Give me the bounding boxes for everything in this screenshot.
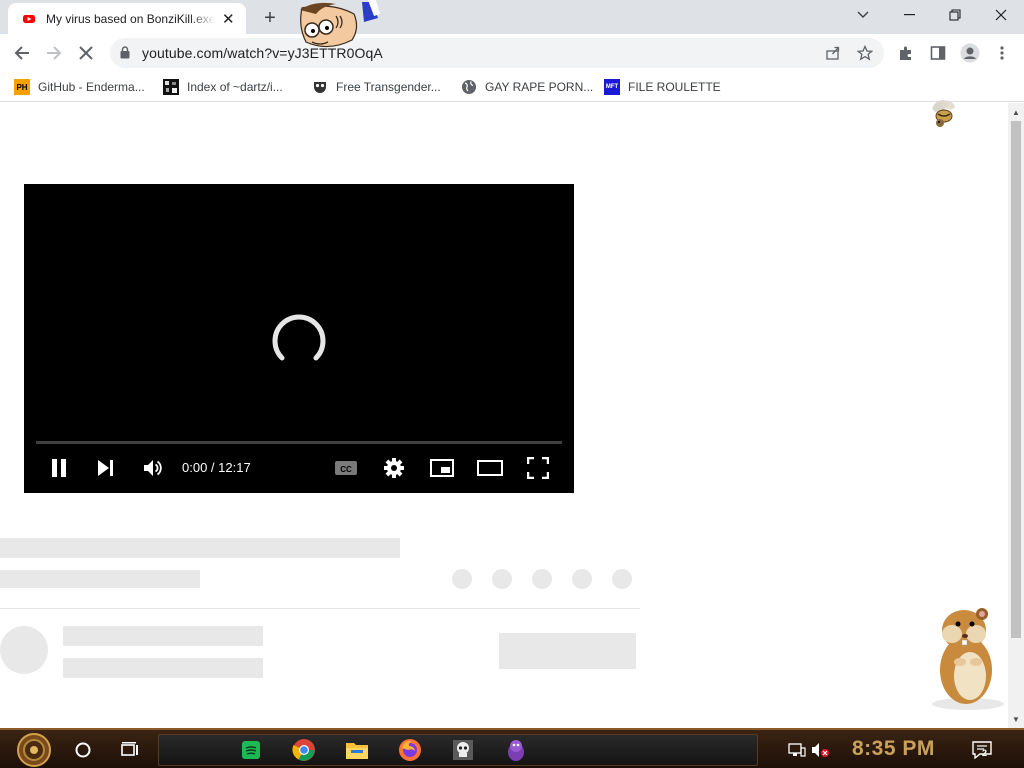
start-button-icon[interactable] xyxy=(10,732,58,768)
mft-icon: MFT xyxy=(604,79,620,95)
stop-icon xyxy=(79,46,93,60)
scroll-thumb[interactable] xyxy=(1011,121,1021,638)
bookmark-label: Free Transgender... xyxy=(336,80,441,94)
miniplayer-icon xyxy=(430,459,454,477)
theater-icon xyxy=(477,460,503,476)
next-button[interactable] xyxy=(94,456,116,480)
bookmark-label: GAY RAPE PORN... xyxy=(485,80,594,94)
tab-search-icon[interactable] xyxy=(852,4,874,26)
close-window-button[interactable] xyxy=(978,0,1024,30)
avatar-skeleton xyxy=(0,626,48,674)
channel-skeleton xyxy=(0,570,200,588)
fullscreen-icon xyxy=(527,457,549,479)
cartoon-face-sticker xyxy=(300,0,380,48)
title-skeleton xyxy=(0,538,400,558)
network-icon[interactable] xyxy=(786,740,808,760)
volume-icon xyxy=(144,460,162,476)
ph-icon: PH xyxy=(14,79,30,95)
bookmark-free-transgender[interactable]: Free Transgender... xyxy=(312,77,441,97)
action-skeleton xyxy=(492,569,512,589)
bonzibuddy-icon[interactable] xyxy=(503,737,529,763)
globe-icon xyxy=(462,80,476,94)
settings-button[interactable] xyxy=(382,456,406,480)
cortana-button[interactable] xyxy=(69,736,97,764)
tab-strip: My virus based on BonziKill.exe ✕ + xyxy=(0,0,1024,34)
action-skeleton xyxy=(452,569,472,589)
restore-button[interactable] xyxy=(932,0,978,30)
spotify-icon[interactable] xyxy=(238,737,264,763)
task-view-button[interactable] xyxy=(116,736,144,764)
youtube-favicon-icon xyxy=(23,14,35,23)
bookmark-label: GitHub - Enderma... xyxy=(38,80,145,94)
back-arrow-icon xyxy=(14,46,29,60)
bookmark-star-icon[interactable] xyxy=(856,44,874,62)
time-display: 0:00 / 12:17 xyxy=(182,460,251,475)
tab-title: My virus based on BonziKill.exe xyxy=(46,11,215,26)
bookmarks-bar: PH GitHub - Enderma... Index of ~dartz/i… xyxy=(0,72,1024,102)
toolbar: youtube.com/watch?v=yJ3ETTR0OqA xyxy=(0,34,1024,72)
next-icon xyxy=(98,460,113,476)
bookmark-label: FILE ROULETTE xyxy=(628,80,721,94)
notification-count: 2 xyxy=(982,748,988,758)
forward-arrow-icon xyxy=(47,46,62,60)
fullscreen-button[interactable] xyxy=(526,456,550,480)
pause-button[interactable] xyxy=(48,456,70,480)
cc-icon: CC xyxy=(335,461,357,475)
share-icon[interactable] xyxy=(824,44,842,62)
action-skeleton xyxy=(612,569,632,589)
tab-active[interactable]: My virus based on BonziKill.exe ✕ xyxy=(8,3,246,34)
loading-spinner-icon xyxy=(272,314,326,361)
action-skeleton xyxy=(572,569,592,589)
svg-text:CC: CC xyxy=(340,465,352,474)
profile-avatar-icon[interactable] xyxy=(960,43,980,63)
pause-icon xyxy=(52,459,66,477)
flying-bee-buddy-icon xyxy=(932,100,955,127)
stop-loading-button[interactable] xyxy=(72,39,100,67)
owner-skeleton xyxy=(63,626,263,646)
bookmark-file-roulette[interactable]: MFT FILE ROULETTE xyxy=(604,77,721,97)
subscribers-skeleton xyxy=(63,658,263,678)
bookmark-index-of-dartz[interactable]: Index of ~dartz/i... xyxy=(163,77,283,97)
volume-button[interactable] xyxy=(142,456,164,480)
video-player[interactable]: 0:00 / 12:17 CC xyxy=(24,184,574,493)
screen: My virus based on BonziKill.exe ✕ + yout… xyxy=(0,0,1024,768)
hamster-buddy-icon xyxy=(932,608,1004,710)
scroll-up-icon[interactable]: ▲ xyxy=(1008,105,1024,119)
bookmark-globe[interactable]: GAY RAPE PORN... xyxy=(461,77,593,97)
bookmark-label: Index of ~dartz/i... xyxy=(187,80,283,94)
gear-icon xyxy=(384,458,404,478)
address-bar[interactable]: youtube.com/watch?v=yJ3ETTR0OqA xyxy=(110,38,884,68)
minimize-button[interactable] xyxy=(886,0,932,30)
captions-button[interactable]: CC xyxy=(334,456,358,480)
menu-kebab-icon[interactable] xyxy=(992,43,1012,63)
bookmark-github[interactable]: PH GitHub - Enderma... xyxy=(14,77,145,97)
cortana-circle-icon xyxy=(75,742,91,758)
taskbar: 8:35 PM 2 xyxy=(0,728,1024,768)
progress-bar[interactable] xyxy=(36,441,562,444)
scroll-down-icon[interactable]: ▼ xyxy=(1008,712,1024,726)
skull-app-icon[interactable] xyxy=(450,737,476,763)
chrome-icon[interactable] xyxy=(291,737,317,763)
mask-icon xyxy=(314,82,326,93)
tab-close-icon[interactable]: ✕ xyxy=(221,11,237,28)
file-explorer-icon[interactable] xyxy=(344,737,370,763)
miniplayer-button[interactable] xyxy=(429,456,455,480)
pixel-grid-icon xyxy=(163,79,179,95)
side-panel-icon[interactable] xyxy=(928,43,948,63)
clock[interactable]: 8:35 PM xyxy=(852,737,935,761)
extensions-icon[interactable] xyxy=(896,43,916,63)
forward-button[interactable] xyxy=(40,39,68,67)
task-view-icon xyxy=(121,742,138,756)
firefox-icon[interactable] xyxy=(397,737,423,763)
divider xyxy=(0,608,640,609)
page-scrollbar[interactable]: ▲ ▼ xyxy=(1008,103,1024,728)
back-button[interactable] xyxy=(8,39,36,67)
theater-mode-button[interactable] xyxy=(477,456,503,480)
lock-icon xyxy=(120,46,130,59)
subscribe-button-skeleton xyxy=(499,633,636,669)
volume-muted-icon[interactable] xyxy=(810,740,832,760)
action-skeleton xyxy=(532,569,552,589)
page-content: 0:00 / 12:17 CC xyxy=(0,103,1008,728)
